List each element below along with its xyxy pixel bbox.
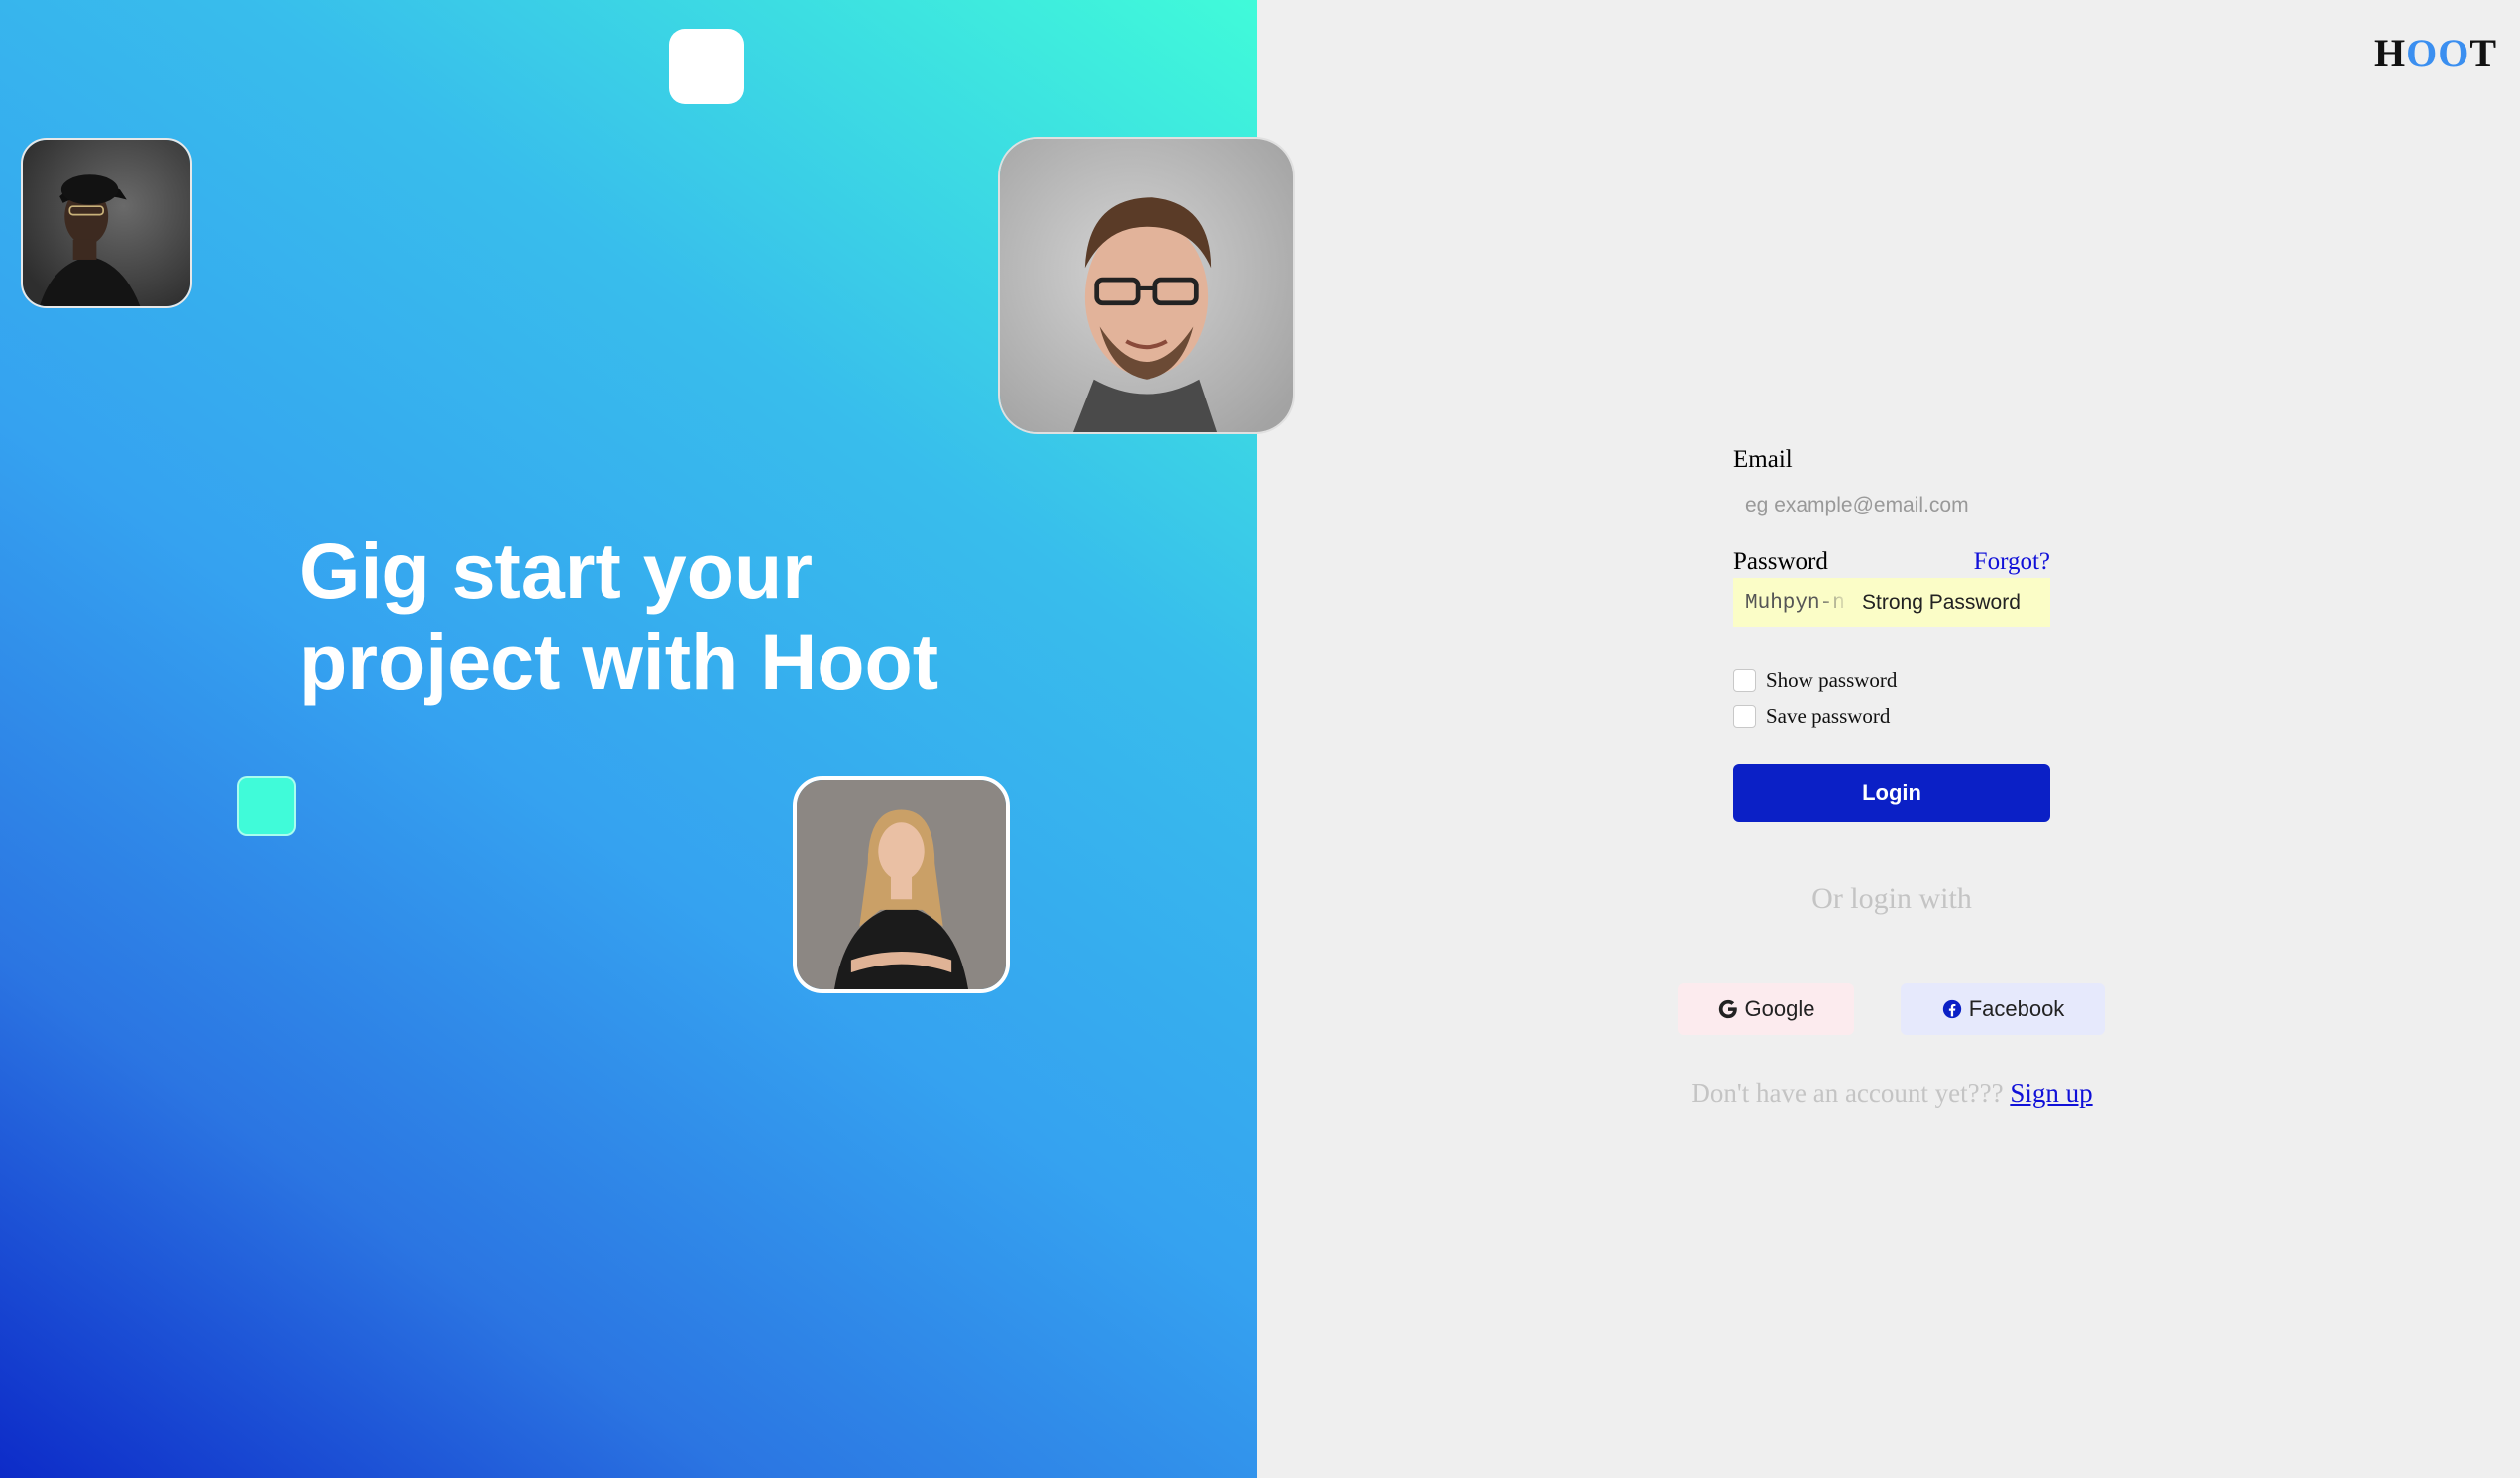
logo-letter-h: H <box>2374 31 2407 75</box>
facebook-label: Facebook <box>1968 996 2065 1021</box>
password-strength-suggestion[interactable]: Strong Password <box>1862 591 2021 615</box>
password-input[interactable]: Muhpyn-n Strong Password <box>1733 578 2050 627</box>
email-label: Email <box>1733 446 1793 473</box>
hero-panel: Gig start your project with Hoot <box>0 0 1295 1478</box>
google-icon <box>1718 999 1737 1019</box>
hero-title-line-2: project with Hoot <box>299 618 939 706</box>
show-password-row[interactable]: Show password <box>1733 668 1897 693</box>
password-value: Muhpyn-n <box>1745 591 1845 615</box>
avatar-man-glasses <box>998 137 1295 434</box>
hoot-logo[interactable]: HOOT <box>2374 30 2497 76</box>
signup-link[interactable]: Sign up <box>2010 1079 2092 1108</box>
logo-letter-t: T <box>2469 31 2498 75</box>
decorative-square-white <box>669 29 744 104</box>
logo-letters-oo: OO <box>2406 31 2470 75</box>
show-password-checkbox[interactable] <box>1733 669 1756 692</box>
google-login-button[interactable]: Google <box>1678 983 1854 1035</box>
avatar-woman <box>793 776 1010 993</box>
avatar-man-cap <box>21 138 192 308</box>
google-label: Google <box>1744 996 1815 1021</box>
password-label: Password <box>1733 548 1828 575</box>
email-input[interactable] <box>1733 484 2050 527</box>
hero-title: Gig start your project with Hoot <box>299 525 1013 708</box>
facebook-login-button[interactable]: Facebook <box>1901 983 2105 1035</box>
login-button[interactable]: Login <box>1733 764 2050 822</box>
signup-prompt: Don't have an account yet??? <box>1691 1079 2004 1108</box>
save-password-label: Save password <box>1766 704 1891 728</box>
or-login-with-label: Or login with <box>1811 882 1972 915</box>
save-password-row[interactable]: Save password <box>1733 704 1890 729</box>
facebook-icon <box>1942 999 1961 1019</box>
hero-title-line-1: Gig start your <box>299 526 813 615</box>
decorative-square-teal <box>237 776 296 836</box>
show-password-label: Show password <box>1766 668 1898 692</box>
save-password-checkbox[interactable] <box>1733 705 1756 728</box>
forgot-password-link[interactable]: Forgot? <box>1974 548 2050 576</box>
signup-row: Don't have an account yet??? Sign up <box>1654 1079 2130 1109</box>
